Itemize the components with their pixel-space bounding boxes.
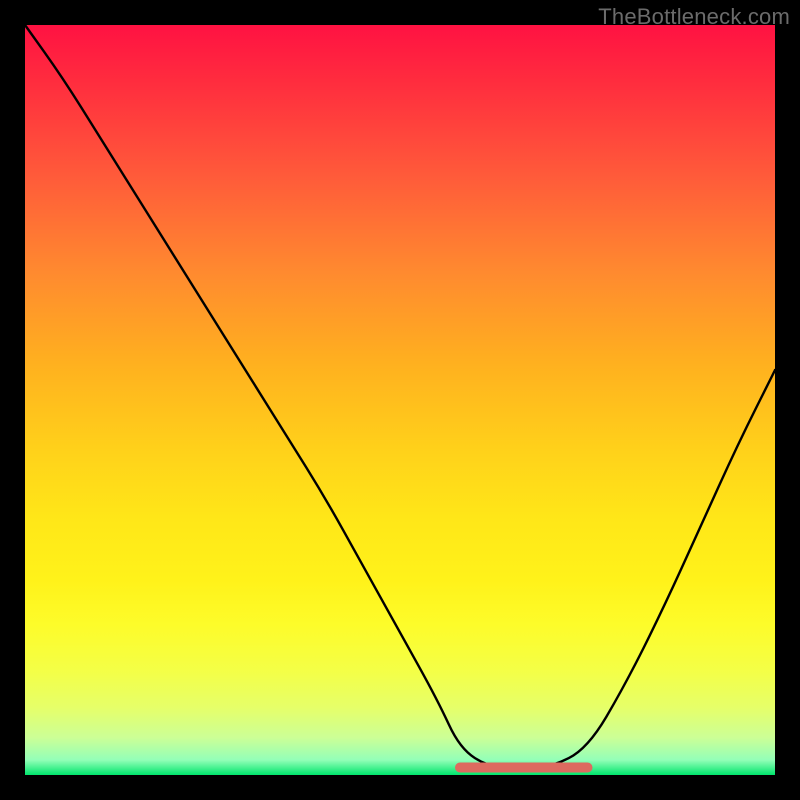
curve-svg [25,25,775,775]
plot-area [25,25,775,775]
bottleneck-curve-path [25,25,775,768]
chart-frame: TheBottleneck.com [0,0,800,800]
